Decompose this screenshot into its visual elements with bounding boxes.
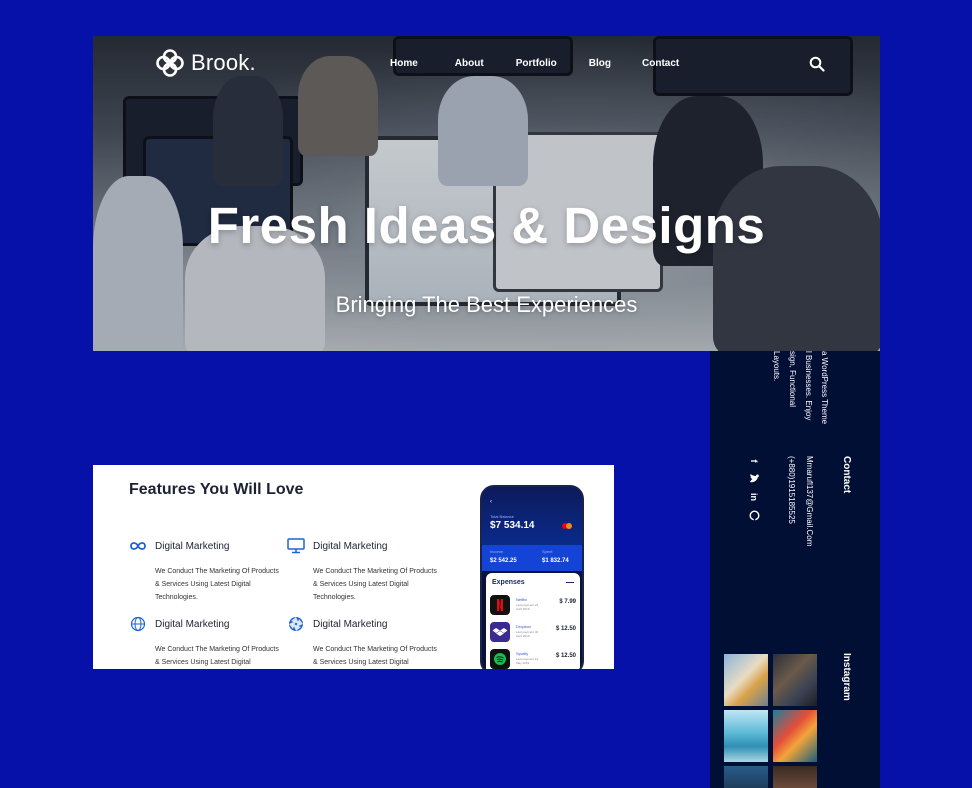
feature-item: Digital Marketing We Conduct The Marketi… <box>129 615 279 669</box>
feature-title: Digital Marketing <box>313 540 388 552</box>
globe-icon <box>129 615 147 633</box>
brand-logo[interactable]: Brook. <box>155 48 256 78</box>
feature-text: We Conduct The Marketing Of Products & S… <box>313 646 437 666</box>
feature-text: We Conduct The Marketing Of Products & S… <box>313 568 437 601</box>
expense-row[interactable]: Dropbox Last payment 30 April 2019 $ 12.… <box>490 622 576 644</box>
footer-description: a WordPress Theme l Businesses. Enjoy si… <box>768 351 832 424</box>
expense-name: Dropbox <box>516 624 532 629</box>
expenses-panel: Expenses Netflix Last payment 23 April 2… <box>486 573 580 669</box>
income-label: Income <box>490 549 504 554</box>
expense-row[interactable]: Spotify Last payment 14 May 2019 $ 12.50 <box>490 649 576 669</box>
github-icon[interactable] <box>748 509 760 521</box>
netflix-logo-icon <box>490 595 510 615</box>
contact-phone[interactable]: (+880)1915185525 <box>782 456 800 546</box>
brook-logo-icon <box>156 49 184 77</box>
total-balance: $7 534.14 <box>490 520 535 531</box>
instagram-photo[interactable] <box>724 654 768 706</box>
expense-date: Last payment 23 April 2019 <box>516 603 539 611</box>
footer-panel: a WordPress Theme l Businesses. Enjoy si… <box>710 351 880 788</box>
nav-item-blog[interactable]: Blog <box>589 58 611 69</box>
hero-title: Fresh Ideas & Designs <box>207 197 766 254</box>
feature-item: Digital Marketing We Conduct The Marketi… <box>129 537 279 604</box>
footer-desc-line: Layouts. <box>772 351 781 382</box>
brand-name: Brook. <box>191 50 256 75</box>
footer-desc-line: sign, Functional <box>788 351 797 408</box>
phone-summary: Income $2 542.25 Spent $1 832.74 <box>482 545 582 571</box>
social-links: f in <box>748 455 760 521</box>
feature-item: Digital Marketing We Conduct The Marketi… <box>287 537 437 604</box>
feature-text: We Conduct The Marketing Of Products & S… <box>155 568 279 601</box>
infinity-icon <box>129 537 147 555</box>
instagram-photo[interactable] <box>724 766 768 788</box>
expense-value: $ 7.99 <box>559 599 576 605</box>
hero-subtitle: Bringing The Best Experiences <box>335 292 638 317</box>
contact-heading: Contact <box>841 456 852 494</box>
feature-title: Digital Marketing <box>155 618 230 630</box>
instagram-photo[interactable] <box>724 710 768 762</box>
hero-banner: Brook. Home About Portfolio Blog Contact… <box>93 36 880 351</box>
twitter-icon[interactable] <box>748 473 760 485</box>
income-value: $2 542.25 <box>490 558 517 564</box>
expense-date: Last payment 30 April 2019 <box>516 630 539 638</box>
feature-title: Digital Marketing <box>313 618 388 630</box>
nav-item-portfolio[interactable]: Portfolio <box>516 58 557 69</box>
top-navigation: Brook. Home About Portfolio Blog Contact <box>93 36 880 96</box>
footer-desc-line: a WordPress Theme <box>820 351 829 425</box>
linkedin-icon[interactable]: in <box>748 491 760 503</box>
expense-value: $ 12.50 <box>555 653 576 659</box>
search-icon[interactable] <box>809 56 825 72</box>
total-balance-label: Total Balance <box>490 514 515 519</box>
features-section: Features You Will Love Digital Marketing… <box>93 465 614 669</box>
feature-title: Digital Marketing <box>155 540 230 552</box>
contact-details: Mmarufl137@Gmail.Com (+880)1915185525 <box>782 456 818 546</box>
phone-header: ‹ Total Balance $7 534.14 <box>482 487 582 545</box>
contact-email[interactable]: Mmarufl137@Gmail.Com <box>800 456 818 546</box>
nav-item-home[interactable]: Home <box>390 58 418 69</box>
monitor-icon <box>287 537 305 555</box>
expense-date: Last payment 14 May 2019 <box>516 657 539 665</box>
spotify-logo-icon <box>490 649 510 669</box>
main-menu: Home About Portfolio Blog Contact <box>390 58 679 69</box>
dropbox-logo-icon <box>490 622 510 642</box>
phone-mockup: ‹ Total Balance $7 534.14 Income $2 542.… <box>480 485 584 669</box>
expenses-title: Expenses <box>492 579 525 586</box>
instagram-photo[interactable] <box>773 766 817 788</box>
expense-name: Netflix <box>516 597 528 602</box>
instagram-heading: Instagram <box>841 653 852 701</box>
expense-row[interactable]: Netflix Last payment 23 April 2019 $ 7.9… <box>490 595 576 617</box>
instagram-photo[interactable] <box>773 710 817 762</box>
back-icon: ‹ <box>490 499 492 505</box>
spent-label: Spent <box>542 549 553 554</box>
expense-value: $ 12.50 <box>555 626 576 632</box>
facebook-icon[interactable]: f <box>748 455 760 467</box>
instagram-photo[interactable] <box>773 654 817 706</box>
feature-text: We Conduct The Marketing Of Products & S… <box>155 646 279 666</box>
nav-item-about[interactable]: About <box>455 58 484 69</box>
aperture-icon <box>287 615 305 633</box>
expense-name: Spotify <box>516 651 529 656</box>
spent-value: $1 832.74 <box>542 558 569 564</box>
nav-item-contact[interactable]: Contact <box>642 58 679 69</box>
features-title: Features You Will Love <box>129 481 304 498</box>
feature-item: Digital Marketing We Conduct The Marketi… <box>287 615 437 669</box>
collapse-icon[interactable] <box>566 582 574 583</box>
footer-desc-line: l Businesses. Enjoy <box>804 351 813 421</box>
